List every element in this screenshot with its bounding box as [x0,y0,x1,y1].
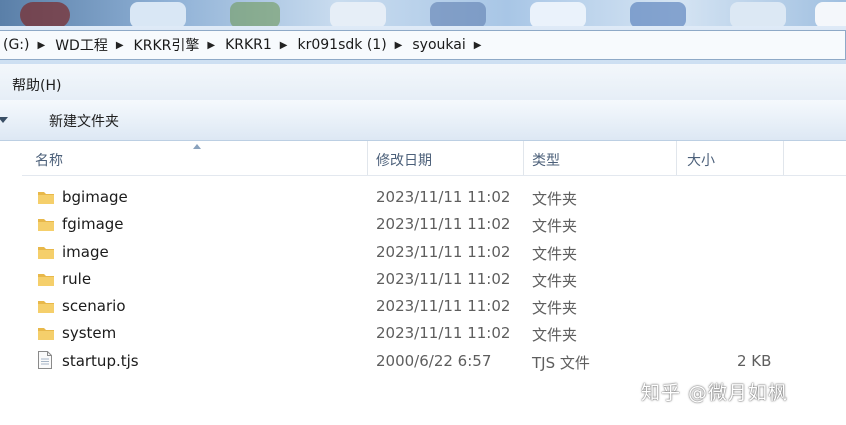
folder-icon [38,246,54,259]
breadcrumb-item[interactable]: WD工程 [47,35,114,55]
breadcrumb-item[interactable]: KRKR引擎 [126,35,206,55]
column-divider[interactable] [676,141,677,175]
breadcrumb-item[interactable]: kr091sdk (1) [290,37,393,53]
taskbar-app-icon [330,2,386,28]
file-modified: 2023/11/11 11:02 [376,297,511,316]
file-type: TJS 文件 [532,353,590,372]
file-type: 文件夹 [532,244,578,263]
column-divider[interactable] [367,141,368,175]
sort-ascending-icon [193,144,201,149]
file-name[interactable]: image [62,243,109,261]
taskbar-app-icon [530,2,586,28]
chevron-right-icon[interactable]: ▶ [472,40,484,51]
chevron-right-icon[interactable]: ▶ [278,40,290,51]
file-type: 文件夹 [532,299,578,318]
file-row[interactable]: image 2023/11/11 11:02 文件夹 [0,239,846,266]
chevron-down-icon[interactable] [0,117,8,123]
folder-icon [38,192,54,204]
file-type: 文件夹 [532,271,578,290]
column-divider[interactable] [783,141,784,175]
menu-help[interactable]: 帮助(H) [12,75,61,95]
folder-icon [38,219,54,232]
file-modified: 2023/11/11 11:02 [376,215,511,234]
folder-icon [38,328,54,341]
file-row[interactable]: bgimage 2023/11/11 11:02 文件夹 [0,184,846,211]
breadcrumb-item[interactable]: (G:) [0,37,36,53]
file-row[interactable]: rule 2023/11/11 11:02 文件夹 [0,266,846,293]
file-modified: 2023/11/11 11:02 [376,188,511,206]
column-size[interactable]: 大小 [687,150,715,170]
file-type: 文件夹 [532,326,578,345]
file-icon [38,350,52,369]
file-type: 文件夹 [532,190,578,208]
breadcrumb-item[interactable]: syoukai [404,37,471,53]
menu-bar: 帮助(H) [0,64,846,101]
column-type[interactable]: 类型 [532,150,560,170]
taskbar-app-icon [730,2,786,28]
file-name[interactable]: startup.tjs [62,352,139,370]
file-row[interactable]: scenario 2023/11/11 11:02 文件夹 [0,293,846,320]
taskbar-app-icon [20,2,70,28]
address-bar: (G:) ▶ WD工程 ▶ KRKR引擎 ▶ KRKR1 ▶ kr091sdk … [0,26,846,65]
taskbar-app-icon [630,2,686,28]
column-header: 名称 修改日期 类型 大小 [22,141,846,176]
file-list: bgimage 2023/11/11 11:02 文件夹 fgimage 202… [0,184,846,375]
chevron-right-icon[interactable]: ▶ [114,40,126,51]
file-row[interactable]: fgimage 2023/11/11 11:02 文件夹 [0,211,846,238]
file-name[interactable]: bgimage [62,188,128,206]
new-folder-button[interactable]: 新建文件夹 [49,111,119,131]
file-name[interactable]: scenario [62,297,126,315]
command-toolbar: 新建文件夹 [0,100,846,141]
file-name[interactable]: fgimage [62,215,124,233]
taskbar-app-icon [815,2,846,28]
chevron-right-icon[interactable]: ▶ [36,40,48,51]
folder-icon [38,273,54,286]
column-modified[interactable]: 修改日期 [376,150,432,170]
taskbar-app-icon [430,2,486,28]
file-modified: 2023/11/11 11:02 [376,242,511,261]
file-modified: 2023/11/11 11:02 [376,269,511,288]
file-row[interactable]: system 2023/11/11 11:02 文件夹 [0,320,846,347]
folder-icon [38,301,54,314]
file-modified: 2023/11/11 11:02 [376,324,511,343]
breadcrumb-item[interactable]: KRKR1 [217,37,278,53]
file-modified: 2000/6/22 6:57 [376,351,492,370]
desktop-strip [0,0,846,28]
file-name[interactable]: system [62,324,116,342]
file-name[interactable]: rule [62,270,91,288]
file-type: 文件夹 [532,217,578,236]
watermark: 知乎 @微月如枫 [641,382,789,404]
breadcrumb[interactable]: (G:) ▶ WD工程 ▶ KRKR引擎 ▶ KRKR1 ▶ kr091sdk … [0,30,846,60]
taskbar-app-icon [230,2,280,28]
chevron-right-icon[interactable]: ▶ [393,40,405,51]
column-divider[interactable] [523,141,524,175]
taskbar-app-icon [130,2,186,28]
chevron-right-icon[interactable]: ▶ [205,40,217,51]
column-name[interactable]: 名称 [35,150,63,170]
file-row[interactable]: startup.tjs 2000/6/22 6:57 TJS 文件 2 KB [0,348,846,375]
file-size: 2 KB [737,351,772,370]
